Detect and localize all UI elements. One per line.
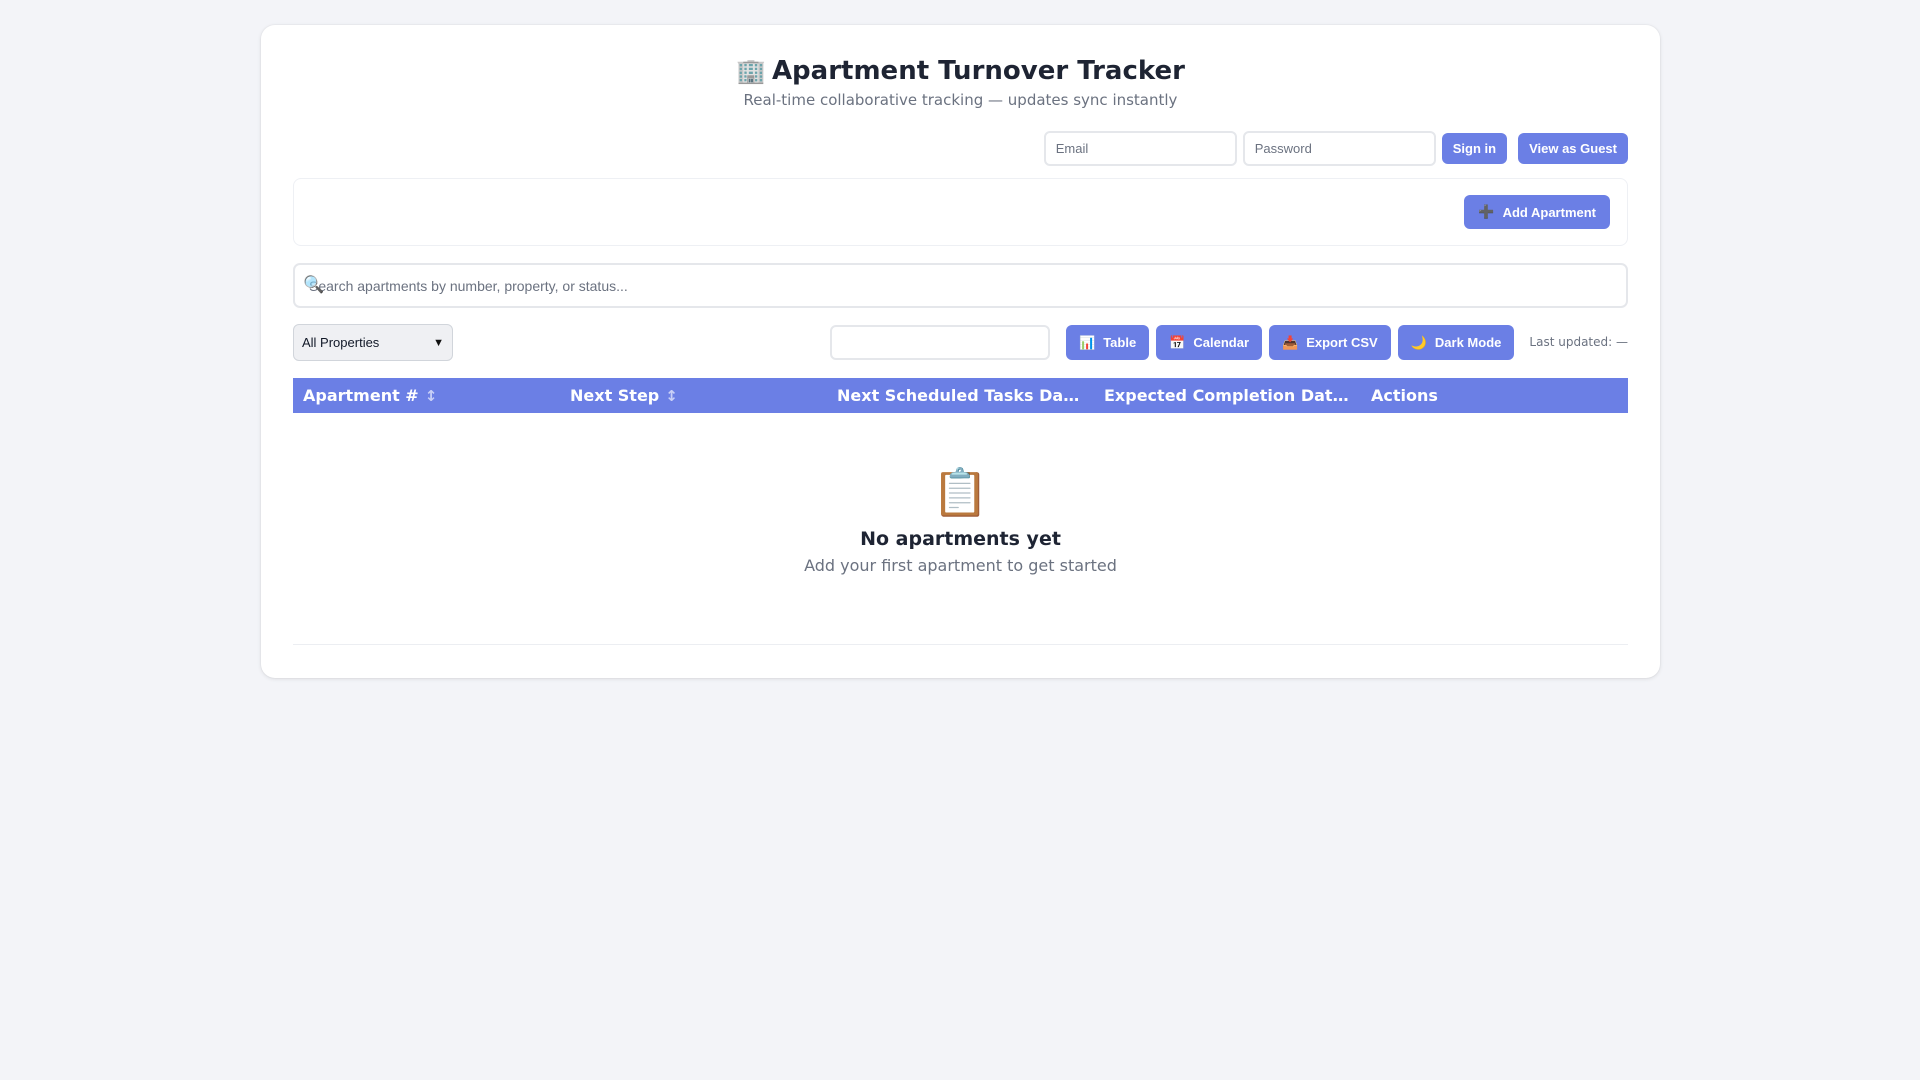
- page-title-text: Apartment Turnover Tracker: [771, 56, 1185, 86]
- add-apartment-panel: ➕ Add Apartment: [293, 178, 1628, 246]
- moon-icon: 🌙: [1410, 334, 1427, 350]
- table-view-button[interactable]: 📊 Table: [1066, 325, 1150, 360]
- view-as-guest-button[interactable]: View as Guest: [1518, 133, 1628, 164]
- email-field[interactable]: [1043, 131, 1237, 166]
- building-icon: 🏢: [736, 57, 766, 85]
- column-header-label: Expected Completion Dat…: [1104, 386, 1349, 405]
- column-header-label: Next Scheduled Tasks Da…: [837, 386, 1080, 405]
- add-apartment-button[interactable]: ➕ Add Apartment: [1464, 195, 1610, 229]
- search-bar: 🔍: [293, 263, 1628, 308]
- dark-mode-label: Dark Mode: [1434, 335, 1502, 350]
- filter-toolbar: All Properties ▼ 📊 Table 📅 Calendar 📥 Ex…: [293, 324, 1628, 361]
- export-csv-button[interactable]: 📥 Export CSV: [1269, 325, 1391, 360]
- column-header-actions: Actions: [1361, 386, 1628, 405]
- empty-state-text: Add your first apartment to get started: [804, 556, 1117, 575]
- add-apartment-label: Add Apartment: [1502, 204, 1596, 220]
- calendar-icon: 📅: [1169, 334, 1186, 350]
- main-card: 🏢 Apartment Turnover Tracker Real-time co…: [261, 25, 1660, 678]
- column-header-apartment[interactable]: Apartment # ↕: [293, 386, 560, 405]
- auth-bar: Sign in View as Guest: [1043, 131, 1628, 166]
- page-header: 🏢 Apartment Turnover Tracker Real-time co…: [261, 54, 1660, 109]
- column-header-label: Next Step: [570, 386, 660, 405]
- sign-in-button[interactable]: Sign in: [1441, 133, 1508, 164]
- view-buttons: 📊 Table 📅 Calendar 📥 Export CSV 🌙 Dark M…: [1066, 325, 1521, 360]
- column-header-label: Actions: [1371, 386, 1438, 405]
- search-icon: 🔍: [303, 275, 325, 295]
- sort-icon: ↕: [665, 387, 678, 405]
- search-input[interactable]: [293, 263, 1628, 308]
- column-header-next-scheduled: Next Scheduled Tasks Da…: [827, 386, 1094, 405]
- bar-chart-icon: 📊: [1079, 334, 1096, 350]
- password-field[interactable]: [1242, 131, 1436, 166]
- footer-divider: [293, 644, 1628, 645]
- sort-icon: ↕: [424, 387, 438, 405]
- plus-icon: ➕: [1478, 204, 1495, 219]
- inbox-tray-icon: 📥: [1282, 334, 1299, 350]
- chevron-down-icon: ▼: [433, 336, 444, 349]
- dark-mode-button[interactable]: 🌙 Dark Mode: [1397, 325, 1515, 360]
- clipboard-icon: 📋: [931, 465, 990, 519]
- page-subtitle: Real-time collaborative tracking — updat…: [743, 91, 1178, 109]
- date-filter-input[interactable]: [830, 325, 1050, 360]
- table-header: Apartment # ↕ Next Step ↕ Next Scheduled T…: [293, 378, 1628, 413]
- export-csv-label: Export CSV: [1306, 335, 1378, 350]
- empty-state-title: No apartments yet: [860, 528, 1061, 550]
- empty-state: 📋 No apartments yet Add your first apart…: [261, 462, 1660, 575]
- property-filter-select[interactable]: All Properties ▼: [293, 324, 453, 361]
- column-header-next-step[interactable]: Next Step ↕: [560, 386, 827, 405]
- property-filter-value: All Properties: [302, 335, 380, 350]
- column-header-expected-completion: Expected Completion Dat…: [1094, 386, 1361, 405]
- calendar-view-label: Calendar: [1193, 335, 1250, 350]
- page-title: 🏢 Apartment Turnover Tracker: [261, 54, 1660, 88]
- table-view-label: Table: [1103, 335, 1137, 350]
- column-header-label: Apartment #: [303, 386, 419, 405]
- last-updated-text: Last updated: —: [1529, 335, 1628, 349]
- calendar-view-button[interactable]: 📅 Calendar: [1156, 325, 1263, 360]
